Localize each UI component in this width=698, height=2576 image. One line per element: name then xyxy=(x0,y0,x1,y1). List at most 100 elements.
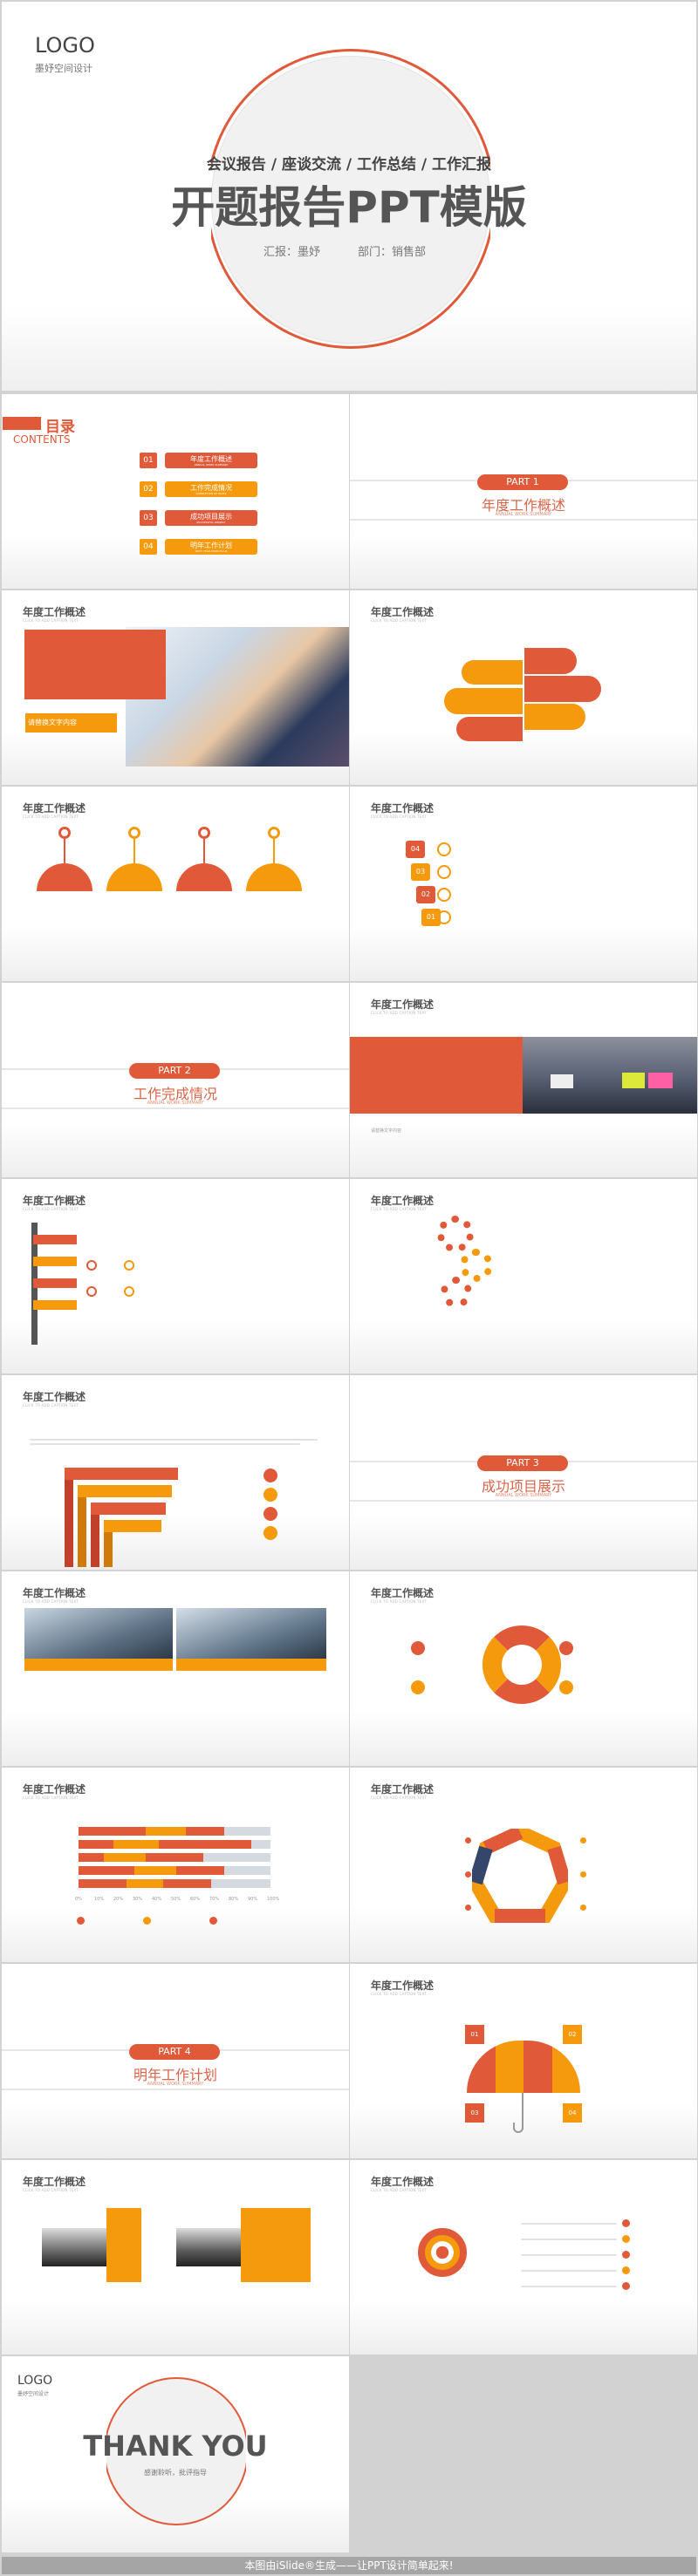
slide-title: 年度工作概述 xyxy=(371,802,435,814)
toc-sub: NEXT YEAR WORK PLAN xyxy=(195,549,227,553)
slide-title: 年度工作概述 xyxy=(371,1587,435,1599)
text-line xyxy=(521,2286,617,2287)
check-icon xyxy=(622,2282,630,2290)
dome xyxy=(37,863,92,891)
photo-text-slide[interactable]: 年度工作概述 CLICK TO ADD CAPTION TEXT 请替换文字内容 xyxy=(2,590,349,785)
toc-item[interactable]: 明年工作计划 NEXT YEAR WORK PLAN xyxy=(165,539,257,555)
slide-subtitle: CLICK TO ADD CAPTION TEXT xyxy=(23,1207,79,1211)
3d-arrows-slide[interactable]: 年度工作概述 CLICK TO ADD CAPTION TEXT xyxy=(2,1375,349,1570)
reporter: 汇报：墨妤 xyxy=(263,246,321,259)
bar-chart-slide[interactable]: 年度工作概述 CLICK TO ADD CAPTION TEXT 0% 10% 20… xyxy=(2,1768,349,1962)
slide-subtitle: CLICK TO ADD CAPTION TEXT xyxy=(23,2188,79,2192)
umbrella-step: 04 xyxy=(563,2103,582,2123)
people-photos-slide[interactable]: 年度工作概述 CLICK TO ADD CAPTION TEXT xyxy=(2,2160,349,2355)
steps-slide[interactable]: 年度工作概述 CLICK TO ADD CAPTION TEXT 04 03 02 0… xyxy=(350,787,697,981)
heptagon-diagram xyxy=(472,1829,568,1923)
arrow-diagram-slide[interactable]: 年度工作概述 CLICK TO ADD CAPTION TEXT xyxy=(350,590,697,785)
logo: LOGO xyxy=(17,2374,53,2388)
gear-icon xyxy=(460,1249,493,1282)
slide-subtitle: CLICK TO ADD CAPTION TEXT xyxy=(23,1599,79,1604)
bar-segment xyxy=(162,1879,211,1888)
umbrella-slide[interactable]: 年度工作概述 CLICK TO ADD CAPTION TEXT 01 02 03 0… xyxy=(350,1964,697,2158)
gear-icon xyxy=(437,1216,474,1252)
part-subtitle: ANNUAL WORK SUMMARY xyxy=(147,1101,204,1106)
slide-title: 年度工作概述 xyxy=(23,1391,86,1403)
step-icon xyxy=(437,865,451,879)
part4-slide[interactable]: PART 4 明年工作计划 ANNUAL WORK SUMMARY xyxy=(2,1964,349,2158)
contents-slide[interactable]: 目录 CONTENTS 01 年度工作概述 ANNUAL WORK SUMMARY 0… xyxy=(2,394,349,589)
thank-you-slide[interactable]: LOGO 墨妤空间设计 THANK YOU 感谢聆听，批评指导 xyxy=(2,2356,349,2552)
text-line xyxy=(521,2239,617,2240)
slide-subtitle: CLICK TO ADD CAPTION TEXT xyxy=(23,1403,79,1407)
logo-subtitle: 墨妤空间设计 xyxy=(35,63,92,74)
umbrella-icon xyxy=(467,2041,580,2093)
x-tick: 50% xyxy=(171,1897,181,1902)
slide-subtitle: CLICK TO ADD CAPTION TEXT xyxy=(371,1207,427,1211)
part2-slide[interactable]: PART 2 工作完成情况 ANNUAL WORK SUMMARY xyxy=(2,983,349,1177)
umbrella-step: 02 xyxy=(563,2025,582,2044)
slide-title: 年度工作概述 xyxy=(371,1783,435,1796)
city-photo xyxy=(24,1608,173,1659)
pin-stem xyxy=(273,839,275,863)
slide-subtitle: CLICK TO ADD CAPTION TEXT xyxy=(23,814,79,819)
x-tick: 30% xyxy=(133,1897,143,1902)
bar-segment xyxy=(79,1879,127,1888)
heptagon-slide[interactable]: 年度工作概述 CLICK TO ADD CAPTION TEXT xyxy=(350,1768,697,1962)
toc-item[interactable]: 年度工作概述 ANNUAL WORK SUMMARY xyxy=(165,453,257,468)
bar-segment xyxy=(79,1866,134,1875)
step-icon xyxy=(437,910,451,924)
target-slide[interactable]: 年度工作概述 CLICK TO ADD CAPTION TEXT xyxy=(350,2160,697,2355)
bar-segment xyxy=(79,1853,104,1862)
step-icon xyxy=(437,888,451,902)
target-icon xyxy=(418,2228,467,2277)
step-box: 04 xyxy=(406,841,425,858)
city-photo xyxy=(176,1608,326,1659)
toc-number: 04 xyxy=(140,539,157,555)
part3-slide[interactable]: PART 3 成功项目展示 ANNUAL WORK SUMMARY xyxy=(350,1375,697,1570)
icons-slide[interactable]: 年度工作概述 CLICK TO ADD CAPTION TEXT xyxy=(2,787,349,981)
contents-subtitle: CONTENTS xyxy=(13,433,71,446)
bar-segment xyxy=(146,1827,187,1836)
bar-segment xyxy=(127,1879,163,1888)
slide-subtitle: CLICK TO ADD CAPTION TEXT xyxy=(371,814,427,819)
slide-title: 年度工作概述 xyxy=(371,998,435,1011)
slide-title: 年度工作概述 xyxy=(23,606,86,618)
bar-segment xyxy=(79,1827,146,1836)
slide-title: 年度工作概述 xyxy=(23,802,86,814)
cover-slide[interactable]: LOGO 墨妤空间设计 会议报告 / 座谈交流 / 工作总结 / 工作汇报 开题… xyxy=(2,2,696,391)
slide-subtitle: CLICK TO ADD CAPTION TEXT xyxy=(371,618,427,623)
part1-slide[interactable]: PART 1 年度工作概述 ANNUAL WORK SUMMARY xyxy=(350,394,697,589)
x-tick: 100% xyxy=(267,1897,280,1902)
pin-icon xyxy=(198,827,210,839)
check-icon xyxy=(622,2266,630,2274)
text-line xyxy=(521,2270,617,2272)
text-line xyxy=(521,2223,617,2225)
bar-segment xyxy=(146,1853,203,1862)
gears-slide[interactable]: 年度工作概述 CLICK TO ADD CAPTION TEXT xyxy=(350,1179,697,1373)
ring-slide[interactable]: 年度工作概述 CLICK TO ADD CAPTION TEXT xyxy=(350,1571,697,1766)
umbrella-step: 01 xyxy=(465,2025,484,2044)
toc-item[interactable]: 工作完成情况 COMPLETION OF WORK xyxy=(165,481,257,497)
text-line xyxy=(521,2254,617,2256)
city-photos-slide[interactable]: 年度工作概述 CLICK TO ADD CAPTION TEXT xyxy=(2,1571,349,1766)
bar-segment xyxy=(133,1866,177,1875)
box-label: 请替换文字内容 xyxy=(28,719,77,726)
bar-segment xyxy=(79,1840,113,1849)
slide-subtitle: CLICK TO ADD CAPTION TEXT xyxy=(371,1011,427,1015)
part-subtitle: ANNUAL WORK SUMMARY xyxy=(147,2082,204,2087)
x-tick: 20% xyxy=(113,1897,124,1902)
photo-band-slide[interactable]: 年度工作概述 CLICK TO ADD CAPTION TEXT 请替换文字内容 xyxy=(350,983,697,1177)
slide-title: 年度工作概述 xyxy=(371,2176,435,2188)
dome xyxy=(106,863,162,891)
toc-item[interactable]: 成功项目展示 SUCCESSFUL PROJECT xyxy=(165,510,257,526)
pencil-list-slide[interactable]: 年度工作概述 CLICK TO ADD CAPTION TEXT xyxy=(2,1179,349,1373)
slide-title: 年度工作概述 xyxy=(371,1980,435,1992)
dome xyxy=(246,863,302,891)
check-icon xyxy=(622,2235,630,2243)
thank-you-title: THANK YOU xyxy=(83,2429,268,2463)
bar-segment xyxy=(113,1840,160,1849)
slide-subtitle: CLICK TO ADD CAPTION TEXT xyxy=(371,1796,427,1800)
slide-subtitle: CLICK TO ADD CAPTION TEXT xyxy=(23,1796,79,1800)
step-box: 03 xyxy=(411,863,430,881)
slide-title: 年度工作概述 xyxy=(23,1587,86,1599)
